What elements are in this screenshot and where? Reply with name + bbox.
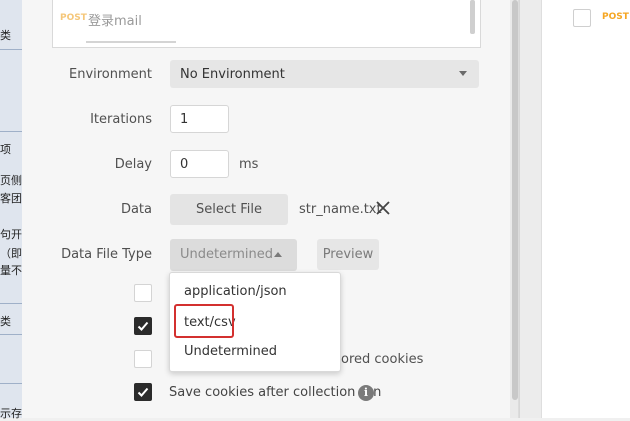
bg-divider <box>0 334 22 335</box>
checkmark-icon <box>137 387 149 397</box>
bg-text: 句开 <box>0 228 22 241</box>
bg-divider <box>0 49 22 50</box>
request-checkbox[interactable] <box>573 9 591 27</box>
menu-item-application-json[interactable]: application/json <box>184 284 287 299</box>
background-app-strip: 类 项 页侧 客团 句开 （即 量不 类 示存 <box>0 0 23 420</box>
run-results-panel <box>541 0 630 418</box>
bg-divider <box>0 303 22 304</box>
bg-text: 项 <box>0 143 11 156</box>
option-checkbox-3[interactable] <box>134 350 152 368</box>
data-file-type-label: Data File Type <box>61 247 152 262</box>
data-label: Data <box>120 202 152 217</box>
bg-text: 类 <box>0 315 11 328</box>
bg-text: 示存 <box>0 407 22 420</box>
caret-down-icon <box>459 71 467 76</box>
delay-input[interactable]: 0 <box>170 150 229 178</box>
caret-up-icon <box>274 252 282 257</box>
bg-text: （即 <box>0 247 22 260</box>
bg-text: 类 <box>0 29 11 42</box>
data-file-type-value: Undetermined <box>180 247 273 262</box>
save-cookies-label: Save cookies after collection run <box>169 385 382 400</box>
close-icon[interactable] <box>374 199 392 217</box>
request-next-cut <box>86 38 176 43</box>
scrollbar-thumb[interactable] <box>512 0 518 400</box>
request-name[interactable]: 登录mail <box>88 10 142 29</box>
request-method-badge: POST <box>60 13 87 23</box>
save-cookies-checkbox[interactable] <box>134 383 152 401</box>
checkmark-icon <box>137 321 149 331</box>
method-badge: POST <box>602 12 629 22</box>
preview-button[interactable]: Preview <box>317 239 379 270</box>
select-file-button[interactable]: Select File <box>170 194 288 225</box>
environment-value: No Environment <box>180 67 285 82</box>
bg-text: 页侧 <box>0 174 22 187</box>
highlight-box <box>174 304 234 338</box>
persist-cookies-label: ored cookies <box>341 352 424 367</box>
right-gutter <box>519 0 542 418</box>
info-icon[interactable]: i <box>358 385 374 401</box>
file-name: str_name.txt <box>299 202 382 217</box>
delay-unit: ms <box>239 157 259 172</box>
option-checkbox-2[interactable] <box>134 317 152 335</box>
bg-divider <box>0 383 22 384</box>
iterations-input[interactable]: 1 <box>170 105 229 133</box>
environment-label: Environment <box>68 67 152 82</box>
option-checkbox-1[interactable] <box>134 284 152 302</box>
delay-label: Delay <box>114 157 152 172</box>
bg-text: 量不 <box>0 264 22 277</box>
iterations-label: Iterations <box>90 112 152 127</box>
bg-divider <box>0 131 22 132</box>
bg-text: 客团 <box>0 192 22 205</box>
menu-item-undetermined[interactable]: Undetermined <box>184 344 277 359</box>
request-list-scrollbar[interactable] <box>470 0 475 34</box>
